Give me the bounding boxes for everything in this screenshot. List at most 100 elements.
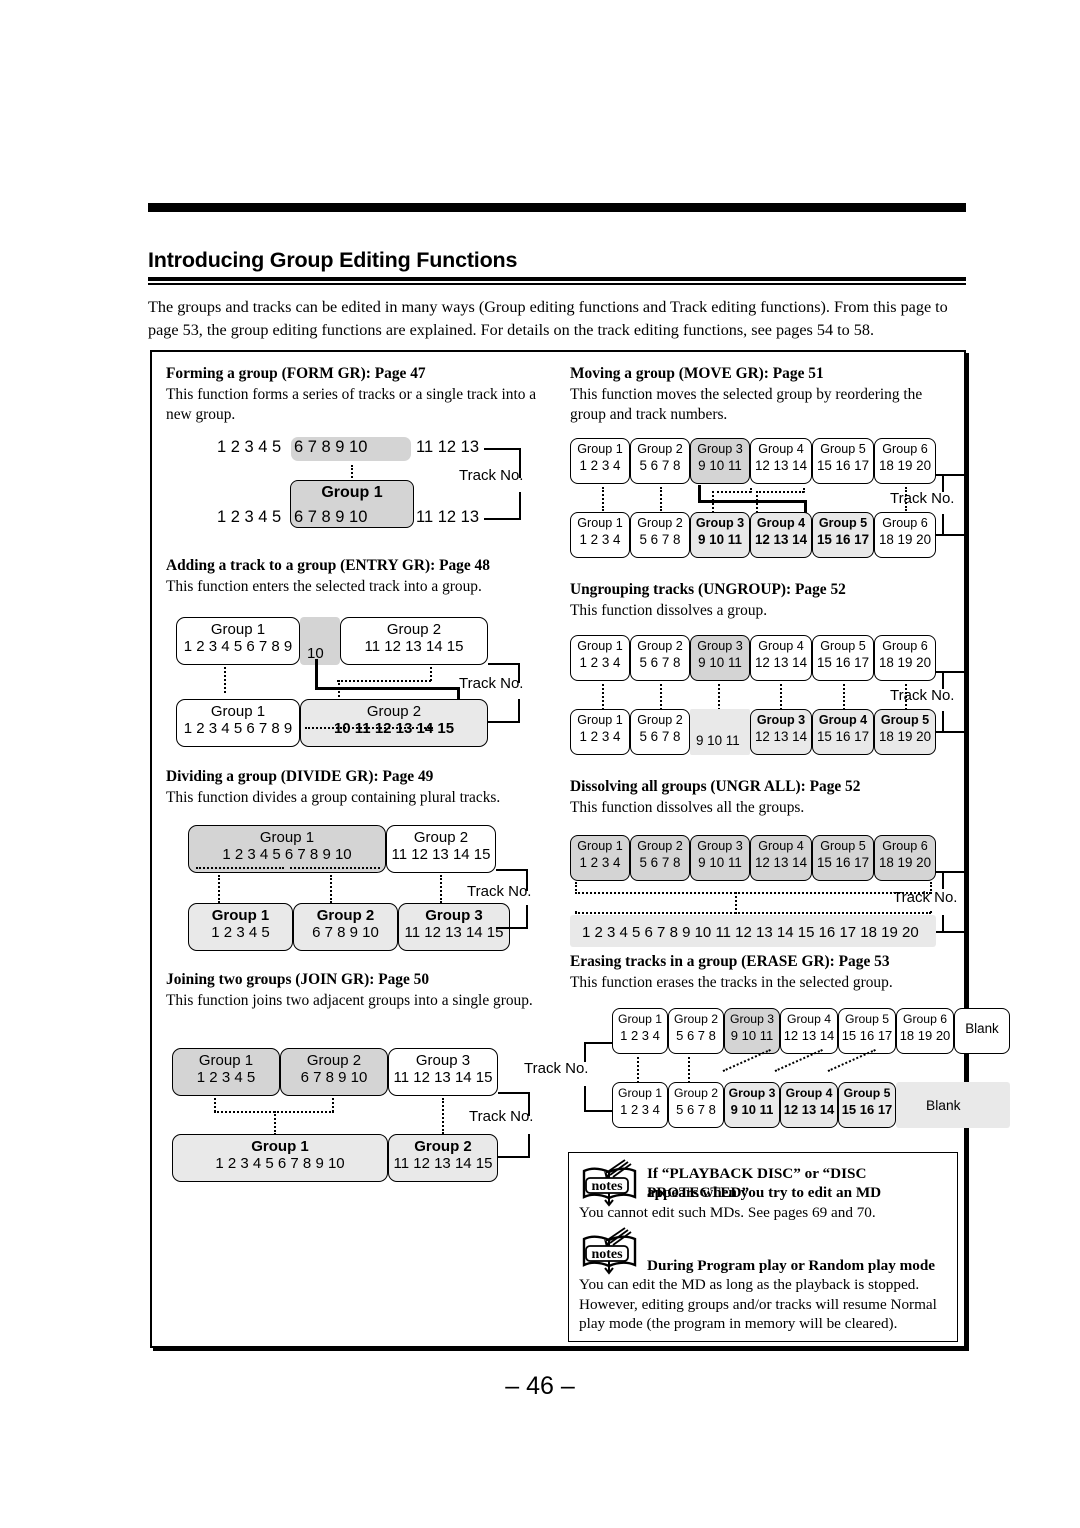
entry-bracket-down: [518, 699, 520, 723]
content-frame: Forming a group (FORM GR): Page 47 This …: [150, 350, 1010, 1348]
divide-conn-3: [440, 875, 442, 903]
page-title: Introducing Group Editing Functions: [148, 248, 518, 272]
join-top-group2: Group 2 6 7 8 9 10: [280, 1048, 388, 1096]
diagram-entry-gr: Group 1 1 2 3 4 5 6 7 8 9 10 Group 2 11 …: [152, 607, 560, 747]
form-track-no-label: Track No.: [459, 467, 524, 484]
ungroup-bracket-top: [936, 671, 964, 673]
entry-conn-g2b: [337, 680, 431, 682]
notes-icon: notes: [582, 1159, 637, 1207]
divide-track-no-label: Track No.: [467, 883, 532, 900]
ungroup-bottom-group1: Group 1 1 2 3 4: [570, 709, 630, 755]
ungrall-top-group6: Group 6 18 19 20: [874, 835, 936, 881]
ungroup-top-group6: Group 6 18 19 20: [874, 635, 936, 681]
ungroup-top-group2: Group 2 5 6 7 8: [630, 635, 690, 681]
section-body-erase-gr: This function erases the tracks in the s…: [570, 974, 893, 991]
form-after-group: 6 7 8 9 10: [294, 508, 368, 526]
move-conn-1: [602, 487, 604, 511]
erase-bracket-up: [584, 1042, 586, 1062]
ungroup-conn-1: [602, 684, 604, 710]
erase-bracket-top: [584, 1042, 612, 1044]
erase-top-group6: Group 6 18 19 20: [896, 1008, 954, 1054]
form-before-suffix: 11 12 13: [416, 438, 480, 456]
erase-top-group5: Group 5 15 16 17: [838, 1008, 896, 1054]
erase-bracket-bottom: [584, 1110, 612, 1112]
erase-top-blank: Blank: [954, 1008, 1010, 1054]
join-bracket-top: [498, 1092, 530, 1094]
section-title-entry-gr: Adding a track to a group (ENTRY GR): Pa…: [166, 557, 490, 574]
move-bracket-down: [942, 514, 944, 536]
join-conn-a: [214, 1098, 216, 1112]
move-track-no-label: Track No.: [890, 490, 955, 507]
form-bracket-bottom: [484, 518, 521, 520]
move-bottom-group1: Group 1 1 2 3 4: [570, 512, 630, 558]
entry-bracket-top: [488, 663, 520, 665]
manual-page: Introducing Group Editing Functions The …: [0, 0, 1080, 1528]
form-after-suffix: 11 12 13: [416, 508, 480, 526]
join-bracket-bottom: [498, 1156, 530, 1158]
ungroup-top-group4: Group 4 12 13 14: [750, 635, 812, 681]
intro-paragraph: The groups and tracks can be edited in m…: [148, 298, 948, 339]
ungrall-top-group4: Group 4 12 13 14: [750, 835, 812, 881]
ungrall-bottom-nums: 1 2 3 4 5 6 7 8 9 10 11 12 13 14 15 16 1…: [582, 924, 919, 941]
section-body-divide-gr: This function divides a group containing…: [166, 789, 501, 806]
move-conn-dot-c: [712, 495, 714, 513]
divide-bracket-down: [526, 905, 528, 929]
move-top-group4: Group 4 12 13 14: [750, 438, 812, 484]
move-top-group3: Group 3 9 10 11: [690, 438, 750, 484]
divide-conn-2: [330, 875, 332, 903]
move-top-group5: Group 5 15 16 17: [812, 438, 874, 484]
divide-bottom-group3: Group 3 11 12 13 14 15: [398, 903, 510, 951]
diagram-form-gr: 1 2 3 4 5 6 7 8 9 10 11 12 13 Group 1 1 …: [152, 352, 560, 552]
note-2-heading-line1: During Program play or Random play mode: [647, 1257, 936, 1274]
ungroup-bracket-down: [942, 711, 944, 733]
move-bottom-group2: Group 2 5 6 7 8: [630, 512, 690, 558]
join-bottom-group1: Group 1 1 2 3 4 5 6 7 8 9 10: [172, 1134, 388, 1182]
erase-bottom-group3: Group 3 9 10 11: [724, 1082, 780, 1128]
notes-panel: notes If “PLAYBACK DISC” or “DISC PROTEC…: [568, 1152, 958, 1342]
ungroup-bottom-group5: Group 5 18 19 20: [874, 709, 936, 755]
diagram-divide-gr: Group 1 1 2 3 4 5 6 7 8 9 10 Group 2 11 …: [152, 817, 560, 951]
section-title-move-gr: Moving a group (MOVE GR): Page 51: [570, 365, 824, 382]
join-bottom-group2: Group 2 11 12 13 14 15: [388, 1134, 498, 1182]
ungrall-conn-mid: [735, 892, 737, 914]
divide-top-group1: Group 1 1 2 3 4 5 6 7 8 9 10: [188, 825, 386, 873]
move-conn-dot-b2: [803, 488, 805, 493]
divide-top-dotline-a: [196, 867, 284, 869]
page-number: – 46 –: [505, 1372, 575, 1400]
move-arrow-h: [698, 500, 806, 503]
diagram-join-gr: Group 1 1 2 3 4 5 Group 2 6 7 8 9 10 Gro…: [152, 1040, 560, 1182]
entry-move-arrow-v1: [315, 659, 318, 689]
entry-top-group1: Group 1 1 2 3 4 5 6 7 8 9: [176, 617, 300, 665]
ungrall-track-no-label: Track No.: [893, 889, 958, 906]
erase-bracket-down: [584, 1086, 586, 1112]
join-top-group1: Group 1 1 2 3 4 5: [172, 1048, 280, 1096]
join-conn-e: [442, 1098, 444, 1134]
section-body-join-gr: This function joins two adjacent groups …: [166, 992, 533, 1009]
move-conn-2: [660, 487, 662, 511]
move-bottom-group5: Group 5 15 16 17: [812, 512, 874, 558]
ungroup-conn-5: [843, 684, 845, 710]
join-track-no-label: Track No.: [469, 1108, 534, 1125]
move-top-group1: Group 1 1 2 3 4: [570, 438, 630, 484]
move-conn-dot-a: [712, 491, 751, 493]
join-bracket-down: [528, 1134, 530, 1158]
ungrall-conn-bottom: [575, 912, 931, 914]
ungrall-top-group2: Group 2 5 6 7 8: [630, 835, 690, 881]
join-conn-d: [274, 1111, 276, 1135]
note-1-body: You cannot edit such MDs. See pages 69 a…: [579, 1204, 876, 1221]
diagram-move-gr: Group 1 1 2 3 4 Group 2 5 6 7 8 Group 3 …: [560, 430, 968, 560]
ungrall-bracket-top: [936, 871, 964, 873]
section-body-ungr-all: This function dissolves all the groups.: [570, 799, 805, 816]
title-rule-thin: [148, 283, 966, 285]
join-top-group3: Group 3 11 12 13 14 15: [388, 1048, 498, 1096]
ungroup-conn-3: [718, 684, 720, 710]
erase-top-group3: Group 3 9 10 11: [724, 1008, 780, 1054]
divide-bottom-group2: Group 2 6 7 8 9 10: [293, 903, 398, 951]
ungrall-bracket-up: [942, 871, 944, 889]
entry-bracket-bottom: [488, 721, 520, 723]
section-title-ungroup: Ungrouping tracks (UNGROUP): Page 52: [570, 581, 846, 598]
ungroup-bottom-group4: Group 4 15 16 17: [812, 709, 874, 755]
divide-top-dotline-b: [290, 867, 380, 869]
divide-bottom-group1: Group 1 1 2 3 4 5: [188, 903, 293, 951]
ungrall-bracket-bottom: [936, 931, 964, 933]
